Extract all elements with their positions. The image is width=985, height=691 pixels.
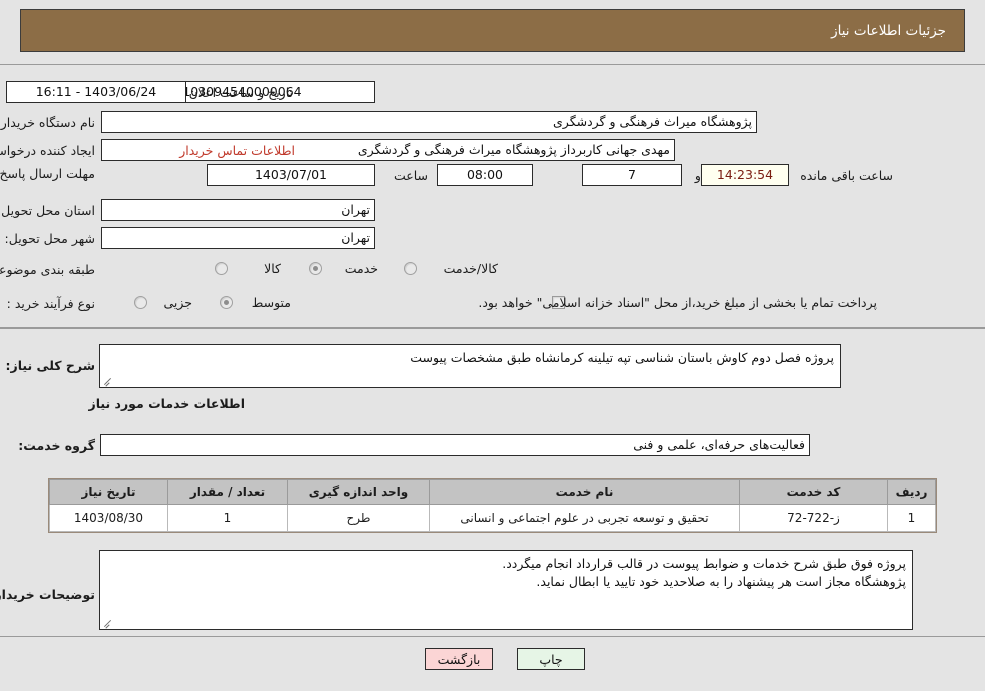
- radio-classification-goods-service[interactable]: [404, 262, 417, 275]
- checkbox-islamic-treasury-label: پرداخت تمام یا بخشی از مبلغ خرید،از محل …: [478, 295, 877, 310]
- cell-row-no: 1: [887, 504, 936, 532]
- classification-label: طبقه بندی موضوعی:: [0, 262, 95, 277]
- requester-label: ایجاد کننده درخواست:: [0, 143, 95, 158]
- col-service-name: نام خدمت: [429, 479, 740, 505]
- radio-classification-goods-service-label: کالا/خدمت: [443, 261, 498, 276]
- deadline-time-label: ساعت: [393, 168, 428, 183]
- city-label: شهر محل تحویل:: [4, 231, 95, 246]
- province-value: تهران: [101, 199, 375, 221]
- radio-process-minor[interactable]: [134, 296, 147, 309]
- announce-datetime-value: 1403/06/24 - 16:11: [6, 81, 186, 103]
- description-label: شرح کلی نیاز:: [5, 358, 95, 373]
- cell-quantity: 1: [167, 504, 288, 532]
- services-table-wrapper: ردیف کد خدمت نام خدمت واحد اندازه گیری ت…: [48, 478, 937, 533]
- buyer-org-label: نام دستگاه خریدار:: [0, 115, 95, 130]
- cell-service-code: ز-722-72: [739, 504, 888, 532]
- col-need-date: تاریخ نیاز: [49, 479, 168, 505]
- back-button[interactable]: بازگشت: [425, 648, 493, 670]
- deadline-date-value: 1403/07/01: [207, 164, 375, 186]
- process-label: نوع فرآیند خرید :: [6, 296, 95, 311]
- radio-classification-goods-label: کالا: [264, 261, 281, 276]
- buyer-org-value: پژوهشگاه میراث فرهنگی و گردشگری: [101, 111, 757, 133]
- services-heading: اطلاعات خدمات مورد نیاز: [88, 396, 246, 411]
- page-title-bar: جزئیات اطلاعات نیاز: [20, 9, 965, 52]
- resize-grip-icon[interactable]: [102, 618, 112, 628]
- page-root: AriaTender.net جزئیات اطلاعات نیاز شماره…: [0, 0, 985, 691]
- service-group-value: فعالیت‌های حرفه‌ای، علمی و فنی: [100, 434, 810, 456]
- service-group-label: گروه خدمت:: [18, 438, 95, 453]
- notes-textarea[interactable]: پروژه فوق طبق شرح خدمات و ضوابط پیوست در…: [99, 550, 913, 630]
- top-info-panel: [0, 64, 985, 328]
- radio-classification-service[interactable]: [309, 262, 322, 275]
- footer-divider: [0, 636, 985, 638]
- radio-process-medium[interactable]: [220, 296, 233, 309]
- deadline-time-value: 08:00: [437, 164, 533, 186]
- radio-classification-goods[interactable]: [215, 262, 228, 275]
- table-row: 1 ز-722-72 تحقیق و توسعه تجربی در علوم ا…: [49, 504, 936, 532]
- resize-grip-icon[interactable]: [102, 376, 112, 386]
- radio-classification-service-label: خدمت: [344, 261, 378, 276]
- table-header-row: ردیف کد خدمت نام خدمت واحد اندازه گیری ت…: [49, 479, 936, 505]
- col-quantity: تعداد / مقدار: [167, 479, 288, 505]
- remaining-clock-value: 14:23:54: [701, 164, 789, 186]
- cell-service-name: تحقیق و توسعه تجربی در علوم اجتماعی و ان…: [429, 504, 740, 532]
- province-label: استان محل تحویل:: [0, 203, 95, 218]
- city-value: تهران: [101, 227, 375, 249]
- radio-process-minor-label: جزیی: [163, 295, 192, 310]
- notes-label: توضیحات خریدار:: [0, 587, 95, 602]
- col-unit: واحد اندازه گیری: [287, 479, 430, 505]
- buyer-contact-link[interactable]: اطلاعات تماس خریدار: [179, 143, 295, 158]
- description-textarea[interactable]: پروژه فصل دوم کاوش باستان شناسی تپه تیلی…: [99, 344, 841, 388]
- page-title: جزئیات اطلاعات نیاز: [831, 22, 946, 39]
- services-table: ردیف کد خدمت نام خدمت واحد اندازه گیری ت…: [49, 479, 936, 532]
- deadline-label: مهلت ارسال پاسخ: تا تاریخ:: [0, 166, 95, 181]
- cell-unit: طرح: [287, 504, 430, 532]
- remaining-clock-label: ساعت باقی مانده: [800, 168, 893, 183]
- remaining-days-value: 7: [582, 164, 682, 186]
- cell-need-date: 1403/08/30: [49, 504, 168, 532]
- col-row-no: ردیف: [887, 479, 936, 505]
- radio-process-medium-label: متوسط: [251, 295, 291, 310]
- col-service-code: کد خدمت: [739, 479, 888, 505]
- print-button[interactable]: چاپ: [517, 648, 585, 670]
